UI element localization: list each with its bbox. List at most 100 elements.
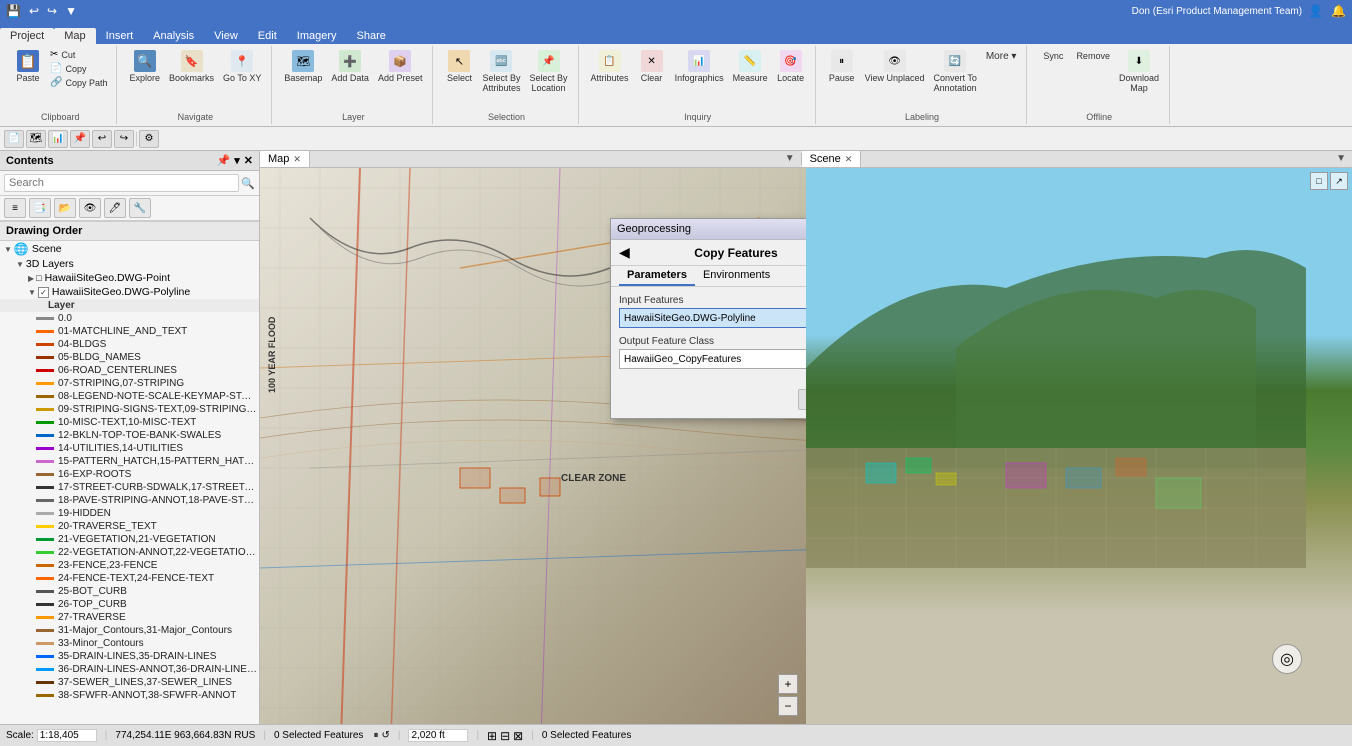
tb-btn-4[interactable]: 📌 — [70, 130, 90, 148]
geo-tab-parameters[interactable]: Parameters — [619, 266, 695, 286]
layer-row-10[interactable]: 14-UTILITIES,14-UTILITIES — [0, 442, 259, 455]
layer-row-14[interactable]: 18-PAVE-STRIPING-ANNOT,18-PAVE-STRIPING-… — [0, 494, 259, 507]
layer-row-5[interactable]: 07-STRIPING,07-STRIPING — [0, 377, 259, 390]
layer-row-2[interactable]: 04-BLDGS — [0, 338, 259, 351]
add-preset-button[interactable]: 📦 Add Preset — [374, 48, 427, 85]
status-view-btn-2[interactable]: ⊟ — [500, 729, 510, 743]
tab-imagery[interactable]: Imagery — [287, 28, 347, 44]
layer-row-21[interactable]: 25-BOT_CURB — [0, 585, 259, 598]
tb-btn-7[interactable]: ⚙ — [139, 130, 159, 148]
layer-row-22[interactable]: 26-TOP_CURB — [0, 598, 259, 611]
drawing-order-btn[interactable]: 📑 — [29, 198, 51, 218]
tree-polyline-layer[interactable]: ▼ HawaiiSiteGeo.DWG-Polyline — [24, 285, 259, 299]
select-by-location-button[interactable]: 📌 Select ByLocation — [526, 48, 572, 95]
copy-button[interactable]: 📄Copy — [47, 62, 110, 75]
layer-row-19[interactable]: 23-FENCE,23-FENCE — [0, 559, 259, 572]
scene-3d-view[interactable]: ◎ □ ↗ — [806, 168, 1352, 724]
layer-row-7[interactable]: 09-STRIPING-SIGNS-TEXT,09-STRIPING-SIGNS… — [0, 403, 259, 416]
layer-row-3[interactable]: 05-BLDG_NAMES — [0, 351, 259, 364]
attributes-button[interactable]: 📋 Attributes — [587, 48, 633, 85]
tab-view[interactable]: View — [204, 28, 248, 44]
basemap-button[interactable]: 🗺 Basemap — [280, 48, 326, 85]
infographics-button[interactable]: 📊 Infographics — [671, 48, 728, 85]
scene-tab-close[interactable]: ✕ — [845, 154, 853, 165]
scene-dropdown[interactable]: ▼ — [1330, 151, 1352, 167]
scene-share-btn[interactable]: ↗ — [1330, 172, 1348, 190]
measure-button[interactable]: 📏 Measure — [729, 48, 772, 85]
layer-row-9[interactable]: 12-BKLN-TOP-TOE-BANK-SWALES — [0, 429, 259, 442]
filter-btn[interactable]: 🖊 — [104, 198, 126, 218]
tab-share[interactable]: Share — [347, 28, 396, 44]
pause-status-btn[interactable]: ⏸ — [373, 730, 378, 741]
paste-button[interactable]: 📋 Paste — [10, 48, 46, 85]
map-dropdown[interactable]: ▼ — [779, 151, 801, 167]
elevation-input[interactable] — [408, 729, 468, 742]
tb-btn-5[interactable]: ↩ — [92, 130, 112, 148]
tab-project[interactable]: Project — [0, 28, 54, 44]
qa-arrow[interactable]: ▼ — [63, 4, 79, 18]
layer-row-27[interactable]: 36-DRAIN-LINES-ANNOT,36-DRAIN-LINES-ANNO… — [0, 663, 259, 676]
tab-analysis[interactable]: Analysis — [143, 28, 204, 44]
sync-button[interactable]: Sync — [1035, 48, 1071, 63]
geo-tab-environments[interactable]: Environments — [695, 266, 778, 286]
status-view-btn-3[interactable]: ⊠ — [513, 729, 523, 743]
cut-button[interactable]: ✂Cut — [47, 48, 110, 61]
layer-row-0[interactable]: 0.0 — [0, 312, 259, 325]
geo-back-btn[interactable]: ◀ — [619, 244, 630, 261]
search-icon[interactable]: 🔍 — [241, 177, 255, 190]
select-button[interactable]: ↖ Select — [441, 48, 477, 85]
qa-undo[interactable]: ↩ — [27, 4, 41, 18]
tree-point-layer[interactable]: ▶ □ HawaiiSiteGeo.DWG-Point — [24, 271, 259, 285]
layer-row-23[interactable]: 27-TRAVERSE — [0, 611, 259, 624]
layer-row-17[interactable]: 21-VEGETATION,21-VEGETATION — [0, 533, 259, 546]
layer-row-11[interactable]: 15-PATTERN_HATCH,15-PATTERN_HATCH — [0, 455, 259, 468]
remove-button[interactable]: Remove — [1072, 48, 1114, 63]
explore-button[interactable]: 🔍 Explore — [125, 48, 164, 85]
scene-collapse-btn[interactable]: □ — [1310, 172, 1328, 190]
geo-run-button[interactable]: Run ▶ — [798, 389, 806, 410]
layer-row-28[interactable]: 37-SEWER_LINES,37-SEWER_LINES — [0, 676, 259, 689]
notification-icon[interactable]: 🔔 — [1329, 4, 1348, 18]
qa-save[interactable]: 💾 — [4, 4, 23, 18]
download-map-button[interactable]: ⬇ DownloadMap — [1115, 48, 1163, 95]
layer-row-8[interactable]: 10-MISC-TEXT,10-MISC-TEXT — [0, 416, 259, 429]
map-tab[interactable]: Map ✕ — [260, 151, 310, 167]
layer-row-6[interactable]: 08-LEGEND-NOTE-SCALE-KEYMAP-STAMP — [0, 390, 259, 403]
visibility-btn[interactable]: 👁 — [79, 198, 101, 218]
copy-path-button[interactable]: 🔗Copy Path — [47, 76, 110, 89]
more-button[interactable]: More ▾ — [982, 48, 1021, 64]
scene-compass[interactable]: ◎ — [1272, 644, 1302, 674]
pin-icon[interactable]: 📌 — [217, 154, 231, 167]
go-to-xy-button[interactable]: 📍 Go To XY — [219, 48, 265, 85]
search-input[interactable] — [4, 174, 239, 192]
tb-btn-1[interactable]: 📄 — [4, 130, 24, 148]
layer-row-20[interactable]: 24-FENCE-TEXT,24-FENCE-TEXT — [0, 572, 259, 585]
scale-input[interactable] — [37, 729, 97, 742]
layer-row-18[interactable]: 22-VEGETATION-ANNOT,22-VEGETATION-ANNOT — [0, 546, 259, 559]
tab-insert[interactable]: Insert — [96, 28, 144, 44]
layer-row-29[interactable]: 38-SFWFR-ANNOT,38-SFWFR-ANNOT — [0, 689, 259, 702]
scene-tab[interactable]: Scene ✕ — [802, 151, 862, 167]
refresh-status-btn[interactable]: ↺ — [381, 730, 389, 741]
layer-row-1[interactable]: 01-MATCHLINE_AND_TEXT — [0, 325, 259, 338]
tab-map[interactable]: Map — [54, 28, 95, 44]
layer-row-4[interactable]: 06-ROAD_CENTERLINES — [0, 364, 259, 377]
convert-annotation-button[interactable]: 🔄 Convert ToAnnotation — [929, 48, 980, 95]
tab-edit[interactable]: Edit — [248, 28, 287, 44]
clear-button[interactable]: ✕ Clear — [634, 48, 670, 85]
layer-row-26[interactable]: 35-DRAIN-LINES,35-DRAIN-LINES — [0, 650, 259, 663]
input-features-field[interactable] — [619, 308, 806, 328]
output-feature-class-field[interactable] — [619, 349, 806, 369]
map-zoom-in[interactable]: + — [778, 674, 798, 694]
list-view-btn[interactable]: ≡ — [4, 198, 26, 218]
layer-row-15[interactable]: 19-HIDDEN — [0, 507, 259, 520]
view-unplaced-button[interactable]: 👁 View Unplaced — [861, 48, 929, 85]
map-2d-view[interactable]: 100 YEAR FLOOD CLEAR ZONE + − Geoprocess… — [260, 168, 806, 724]
tb-btn-6[interactable]: ↪ — [114, 130, 134, 148]
add-data-button[interactable]: ➕ Add Data — [327, 48, 373, 85]
polyline-checkbox[interactable] — [38, 287, 49, 298]
locate-button[interactable]: 🎯 Locate — [773, 48, 809, 85]
layer-row-25[interactable]: 33-Minor_Contours — [0, 637, 259, 650]
sort-btn[interactable]: 🔧 — [129, 198, 151, 218]
qa-redo[interactable]: ↪ — [45, 4, 59, 18]
